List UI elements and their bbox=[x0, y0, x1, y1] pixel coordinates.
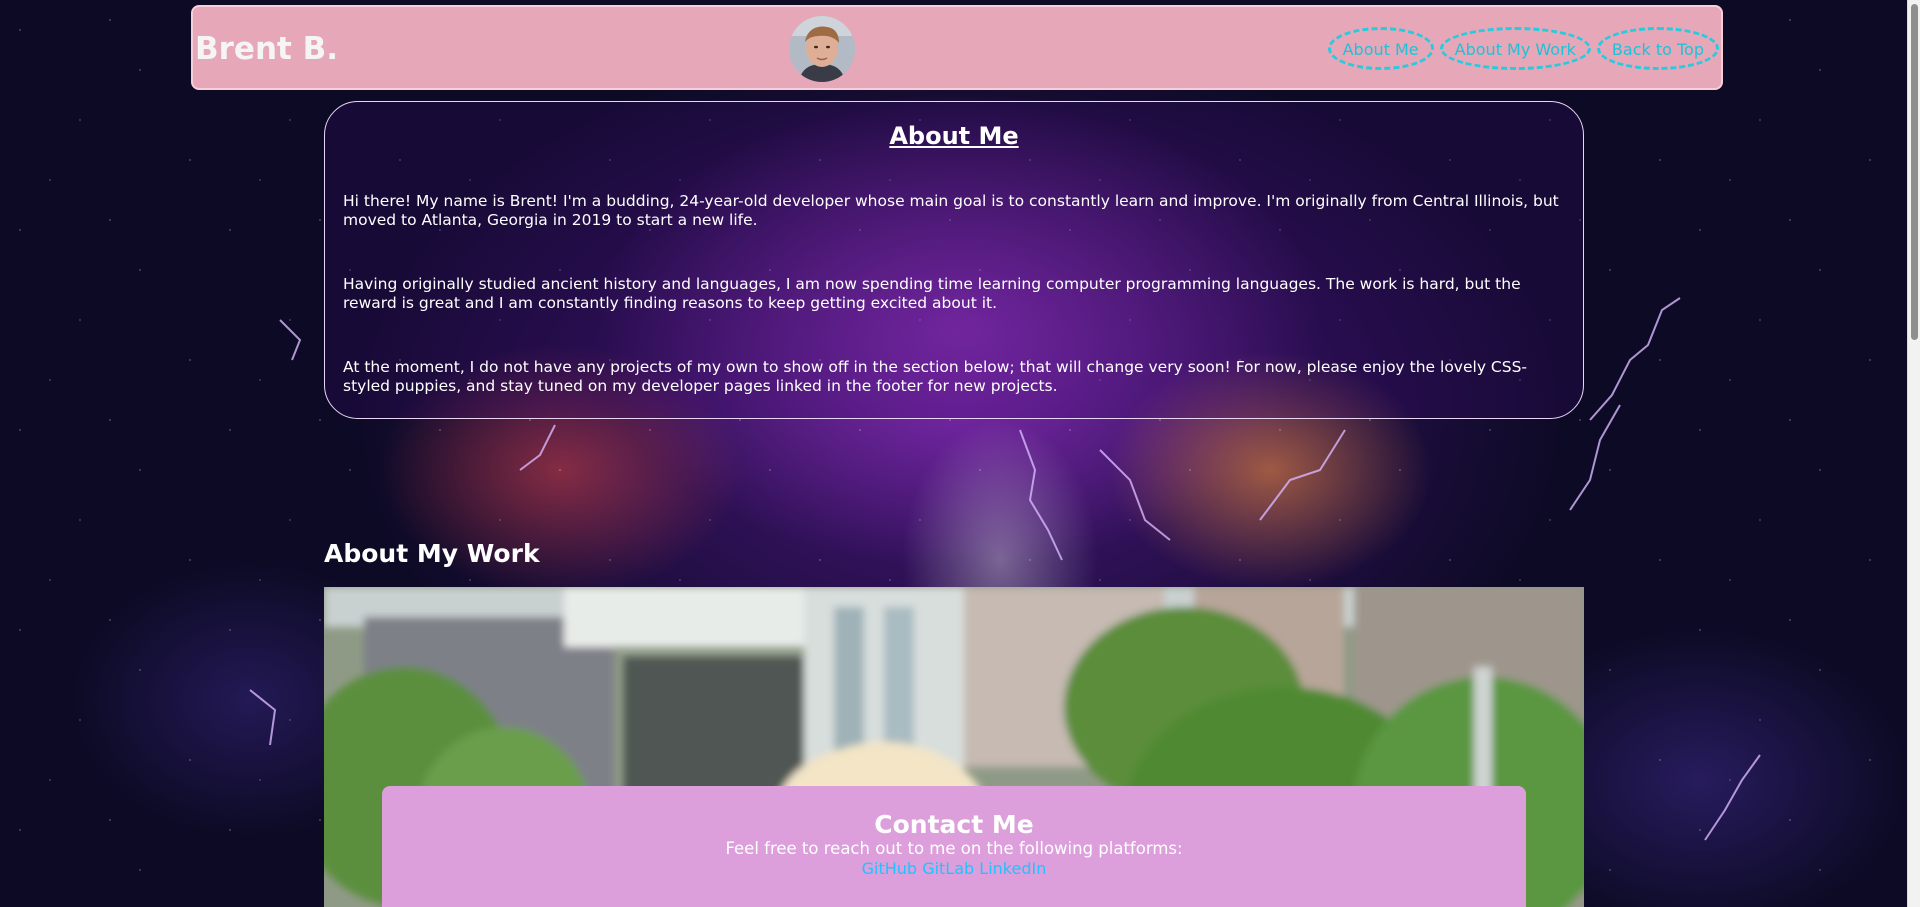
nav-about-me[interactable]: About Me bbox=[1327, 27, 1434, 70]
about-paragraph: Having originally studied ancient histor… bbox=[343, 275, 1521, 312]
site-header: Brent B. About Me About My Work Back to … bbox=[191, 5, 1723, 90]
nav-back-to-top[interactable]: Back to Top bbox=[1596, 27, 1719, 70]
page-scrollbar[interactable] bbox=[1907, 0, 1920, 907]
site-name: Brent B. bbox=[195, 31, 339, 67]
nav-about-my-work[interactable]: About My Work bbox=[1439, 27, 1591, 70]
about-paragraph: At the moment, I do not have any project… bbox=[343, 358, 1528, 395]
about-my-work-heading: About My Work bbox=[324, 539, 540, 568]
linkedin-link[interactable]: LinkedIn bbox=[979, 859, 1046, 878]
scrollbar-thumb[interactable] bbox=[1911, 4, 1918, 340]
about-me-heading: About Me bbox=[889, 122, 1019, 150]
contact-heading: Contact Me bbox=[874, 810, 1034, 839]
github-link[interactable]: GitHub bbox=[862, 859, 917, 878]
about-me-section: About Me Hi there! My name is Brent! I'm… bbox=[324, 101, 1584, 419]
about-paragraph: Hi there! My name is Brent! I'm a buddin… bbox=[343, 192, 1559, 229]
contact-section: Contact Me Feel free to reach out to me … bbox=[382, 786, 1526, 907]
contact-text: Feel free to reach out to me on the foll… bbox=[725, 839, 1183, 858]
main-nav: About Me About My Work Back to Top bbox=[1327, 27, 1719, 70]
contact-links: GitHub GitLab LinkedIn bbox=[382, 859, 1526, 878]
gitlab-link[interactable]: GitLab bbox=[922, 859, 974, 878]
avatar-image bbox=[789, 16, 855, 82]
avatar bbox=[789, 16, 855, 82]
